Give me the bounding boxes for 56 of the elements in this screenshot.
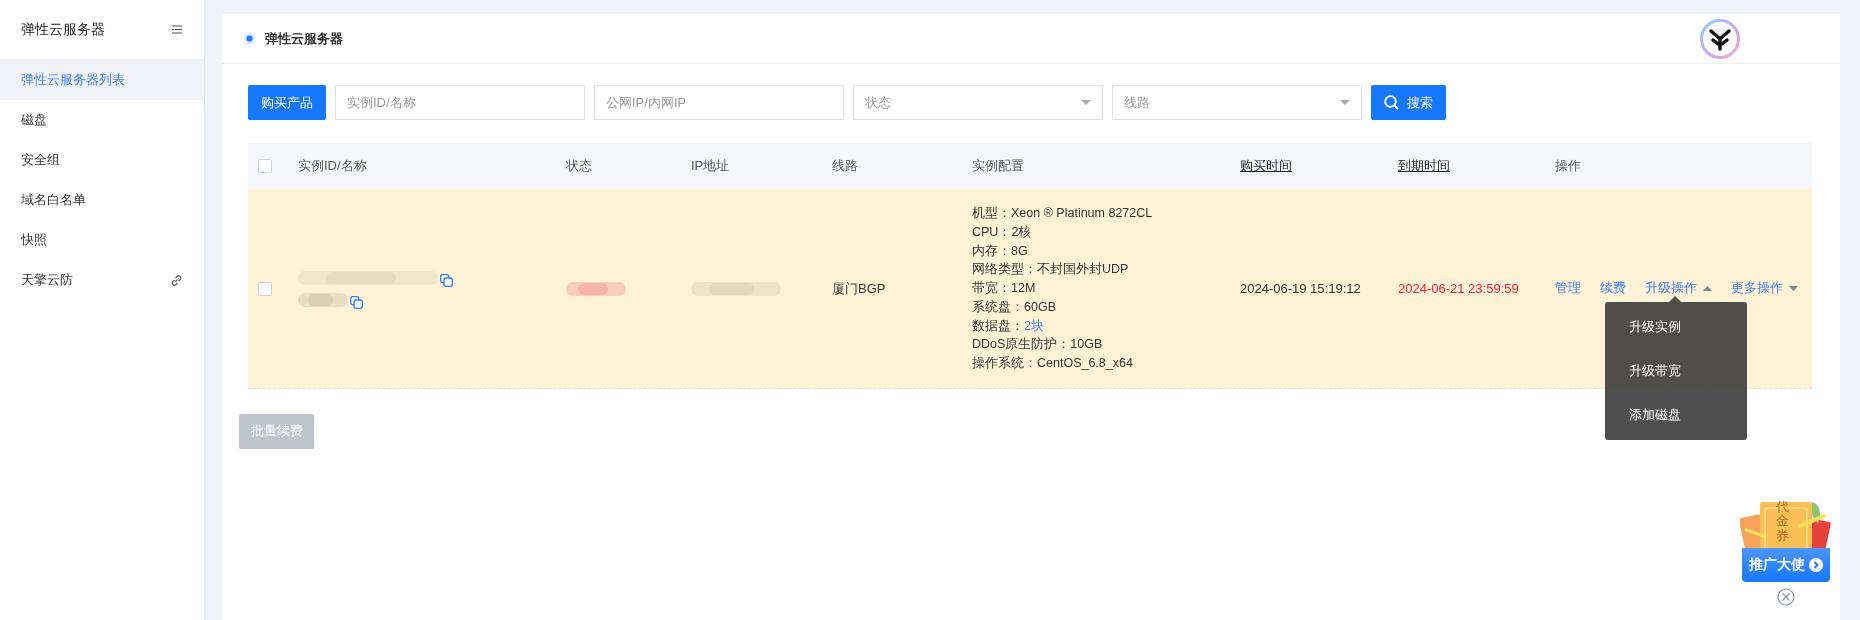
dot-icon [244, 33, 255, 44]
sidebar-title: 弹性云服务器 [21, 20, 105, 39]
search-button[interactable]: 搜索 [1371, 85, 1446, 120]
column-header[interactable]: 到期时间 [1398, 157, 1450, 175]
config-line: 数据盘：2块 [972, 317, 1045, 335]
expiry-time: 2024-06-21 23:59:59 [1398, 281, 1519, 296]
config-link[interactable]: 2块 [1024, 318, 1044, 333]
coupon-label: 代金券 [1776, 500, 1789, 543]
caret-icon [1081, 100, 1091, 105]
caret-icon [1789, 286, 1798, 291]
column-header: 实例配置 [972, 157, 1024, 175]
buy-button[interactable]: 购买产品 [248, 85, 326, 120]
column-header: 实例ID/名称 [298, 157, 367, 175]
action-link[interactable]: 管理 [1555, 280, 1581, 297]
action-link[interactable]: 续费 [1600, 280, 1626, 297]
close-icon[interactable] [1777, 588, 1795, 606]
menu-item[interactable]: 升级带宽 [1605, 349, 1747, 393]
link-icon [171, 274, 182, 286]
logo-icon [1700, 18, 1740, 59]
sidebar-item[interactable]: 弹性云服务器列表 [0, 60, 204, 100]
config-line: 内存：8G [972, 242, 1029, 260]
blurred-text-drawing [566, 279, 626, 298]
copy-icon[interactable] [350, 295, 363, 309]
column-header: 线路 [832, 157, 858, 175]
menu-icon[interactable] [172, 25, 182, 34]
status-select[interactable]: 状态 [853, 85, 1103, 120]
column-header: 状态 [566, 157, 592, 175]
menu-item[interactable]: 升级实例 [1605, 305, 1747, 349]
row-checkbox[interactable] [258, 281, 272, 296]
config-line: 操作系统：CentOS_6.8_x64 [972, 355, 1134, 373]
line-select[interactable]: 线路 [1112, 85, 1362, 120]
caret-icon [1703, 286, 1712, 291]
column-header: 操作 [1555, 157, 1581, 175]
search-icon [1384, 95, 1399, 110]
config-line: 机型：Xeon ® Platinum 8272CL [972, 204, 1153, 222]
action-link[interactable]: 更多操作 [1731, 280, 1798, 297]
column-header[interactable]: 购买时间 [1240, 157, 1292, 175]
column-header: IP地址 [691, 157, 730, 175]
config-line: CPU：2核 [972, 223, 1033, 241]
config-line: 带宽：12M [972, 280, 1037, 298]
blurred-text-drawing [298, 290, 348, 309]
table-cell-text: 厦门BGP [832, 279, 887, 298]
promo-button[interactable]: 推广大使 [1742, 548, 1830, 582]
panel-title: 弹性云服务器 [265, 29, 343, 48]
config-line: DDoS原生防护：10GB [972, 336, 1104, 354]
purchase-time: 2024-06-19 15:19:12 [1240, 281, 1361, 296]
id-search-field[interactable]: 实例ID/名称 [335, 85, 585, 120]
config-line: 系统盘：60GB [972, 298, 1057, 316]
caret-icon [1340, 100, 1350, 105]
config-line: 网络类型：不封国外封UDP [972, 261, 1130, 279]
ip-search-field[interactable]: 公网IP/内网IP [594, 85, 844, 120]
chevron-icon [1809, 558, 1823, 572]
copy-icon[interactable] [440, 273, 453, 287]
select-all-checkbox[interactable] [258, 159, 272, 173]
action-link[interactable]: 升级操作 [1645, 280, 1712, 297]
menu-item[interactable]: 添加磁盘 [1605, 393, 1747, 437]
